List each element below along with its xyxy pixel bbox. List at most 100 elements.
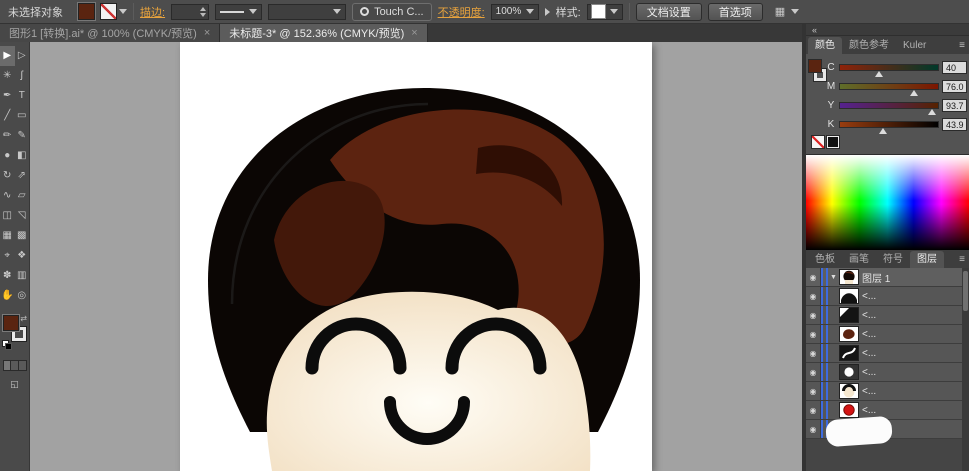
tool-width[interactable]: ∿ xyxy=(0,186,15,206)
color-spectrum[interactable] xyxy=(806,154,969,250)
layers-scrollbar[interactable] xyxy=(962,268,969,471)
tab-layers[interactable]: 图层 xyxy=(910,251,944,268)
layer-row[interactable]: ◉ <... xyxy=(806,401,969,420)
swap-fill-stroke-icon[interactable]: ⇄ xyxy=(20,314,27,323)
artboard[interactable] xyxy=(180,42,652,471)
visibility-eye-icon[interactable]: ◉ xyxy=(806,306,821,324)
layer-row[interactable]: ◉ <... xyxy=(806,306,969,325)
visibility-eye-icon[interactable]: ◉ xyxy=(806,363,821,381)
touch-type-button[interactable]: Touch C... xyxy=(352,3,432,21)
layer-row[interactable]: ◉ <... xyxy=(806,363,969,382)
screen-mode-icon[interactable]: ◱ xyxy=(0,379,29,390)
tool-eyedropper[interactable]: ⌖ xyxy=(0,246,15,266)
opacity-dropdown[interactable]: 100% xyxy=(491,4,539,20)
cyan-value[interactable]: 40 xyxy=(942,61,967,74)
visibility-eye-icon[interactable]: ◉ xyxy=(806,420,821,438)
fill-swatch[interactable] xyxy=(79,4,94,19)
black-swatch[interactable] xyxy=(827,136,839,148)
tool-mesh[interactable]: ▦ xyxy=(0,226,15,246)
expand-arrow-icon[interactable] xyxy=(545,8,550,16)
close-tab-icon[interactable]: × xyxy=(204,27,210,39)
yellow-value[interactable]: 93.7 xyxy=(942,99,967,112)
layer-row[interactable]: ◉ <... xyxy=(806,287,969,306)
tool-magic-wand[interactable]: ✳ xyxy=(0,66,15,86)
magenta-value[interactable]: 76.0 xyxy=(942,80,967,93)
brush-definition-dropdown[interactable] xyxy=(215,4,262,20)
tool-perspective-grid[interactable]: ◹ xyxy=(15,206,30,226)
close-tab-icon[interactable]: × xyxy=(411,27,417,39)
stroke-swatch[interactable] xyxy=(101,4,116,19)
proxy-fill-swatch[interactable] xyxy=(809,60,821,72)
visibility-eye-icon[interactable]: ◉ xyxy=(806,401,821,419)
none-swatch[interactable] xyxy=(812,136,824,148)
visibility-eye-icon[interactable]: ◉ xyxy=(806,382,821,400)
magenta-slider[interactable] xyxy=(839,83,939,90)
stroke-weight-input[interactable] xyxy=(171,4,209,20)
draw-normal-mode-button[interactable] xyxy=(4,361,12,370)
toolbar-fill-swatch[interactable] xyxy=(4,316,18,330)
tool-type[interactable]: T xyxy=(15,86,30,106)
tool-eraser[interactable]: ◧ xyxy=(15,146,30,166)
chevron-down-icon[interactable] xyxy=(119,9,127,14)
chevron-down-icon[interactable] xyxy=(791,9,799,14)
canvas-area[interactable] xyxy=(30,42,802,471)
yellow-slider[interactable] xyxy=(839,102,939,109)
layer-row[interactable]: ◉ <... xyxy=(806,344,969,363)
tab-color-guide[interactable]: 颜色参考 xyxy=(842,37,896,54)
scrollbar-thumb[interactable] xyxy=(963,271,968,311)
cyan-slider[interactable] xyxy=(839,64,939,71)
tool-line-segment[interactable]: ╱ xyxy=(0,106,15,126)
panel-menu-icon[interactable]: ≡ xyxy=(959,254,965,265)
slider-thumb[interactable] xyxy=(875,71,883,77)
tool-blob-brush[interactable]: ● xyxy=(0,146,15,166)
opacity-label[interactable]: 不透明度: xyxy=(438,4,485,20)
tab-symbols[interactable]: 符号 xyxy=(876,251,910,268)
tool-rotate[interactable]: ↻ xyxy=(0,166,15,186)
stroke-label[interactable]: 描边: xyxy=(140,4,165,20)
tool-rectangle[interactable]: ▭ xyxy=(15,106,30,126)
tool-blend[interactable]: ❖ xyxy=(15,246,30,266)
visibility-eye-icon[interactable]: ◉ xyxy=(806,287,821,305)
slider-thumb[interactable] xyxy=(910,90,918,96)
preferences-button[interactable]: 首选项 xyxy=(708,3,763,21)
tool-shape-builder[interactable]: ◫ xyxy=(0,206,15,226)
tool-column-graph[interactable]: ▥ xyxy=(15,266,30,286)
visibility-eye-icon[interactable]: ◉ xyxy=(806,268,821,286)
tool-pencil[interactable]: ✎ xyxy=(15,126,30,146)
collapse-panels-icon[interactable]: « xyxy=(812,25,817,35)
tab-swatches[interactable]: 色板 xyxy=(808,251,842,268)
tab-color[interactable]: 颜色 xyxy=(808,37,842,54)
visibility-eye-icon[interactable]: ◉ xyxy=(806,325,821,343)
layer-row-parent[interactable]: ◉ ▼ 图层 1 xyxy=(806,268,969,287)
slider-thumb[interactable] xyxy=(928,109,936,115)
width-profile-dropdown[interactable] xyxy=(268,4,346,20)
stepper-icons[interactable] xyxy=(198,7,208,17)
draw-inside-mode-button[interactable] xyxy=(19,361,26,370)
style-dropdown[interactable] xyxy=(587,4,623,20)
tool-free-transform[interactable]: ▱ xyxy=(15,186,30,206)
layer-row[interactable]: ◉ <... xyxy=(806,382,969,401)
tool-hand[interactable]: ✋ xyxy=(0,286,15,306)
layer-row[interactable]: ◉ <... xyxy=(806,325,969,344)
tool-lasso[interactable]: ʃ xyxy=(15,66,30,86)
tool-paintbrush[interactable]: ✏ xyxy=(0,126,15,146)
default-swatches-icon[interactable] xyxy=(6,344,11,349)
tool-scale[interactable]: ⇗ xyxy=(15,166,30,186)
tab-brushes[interactable]: 画笔 xyxy=(842,251,876,268)
document-tab-inactive[interactable]: 图形1 [转换].ai* @ 100% (CMYK/预览) × xyxy=(0,24,220,42)
tool-pen[interactable]: ✒ xyxy=(0,86,15,106)
draw-behind-mode-button[interactable] xyxy=(11,361,19,370)
tool-gradient[interactable]: ▩ xyxy=(15,226,30,246)
visibility-eye-icon[interactable]: ◉ xyxy=(806,344,821,362)
tool-symbol-sprayer[interactable]: ✽ xyxy=(0,266,15,286)
document-setup-button[interactable]: 文档设置 xyxy=(636,3,702,21)
slider-thumb[interactable] xyxy=(879,128,887,134)
expand-triangle-icon[interactable]: ▼ xyxy=(828,274,839,281)
tab-kuler[interactable]: Kuler xyxy=(896,37,933,54)
black-slider[interactable] xyxy=(839,121,939,128)
tool-zoom[interactable]: ◎ xyxy=(15,286,30,306)
arrange-documents-icon[interactable]: ▦ xyxy=(775,5,785,18)
tool-selection[interactable]: ▶ xyxy=(0,46,15,66)
black-value[interactable]: 43.9 xyxy=(942,118,967,131)
tool-direct-selection[interactable]: ▷ xyxy=(15,46,30,66)
